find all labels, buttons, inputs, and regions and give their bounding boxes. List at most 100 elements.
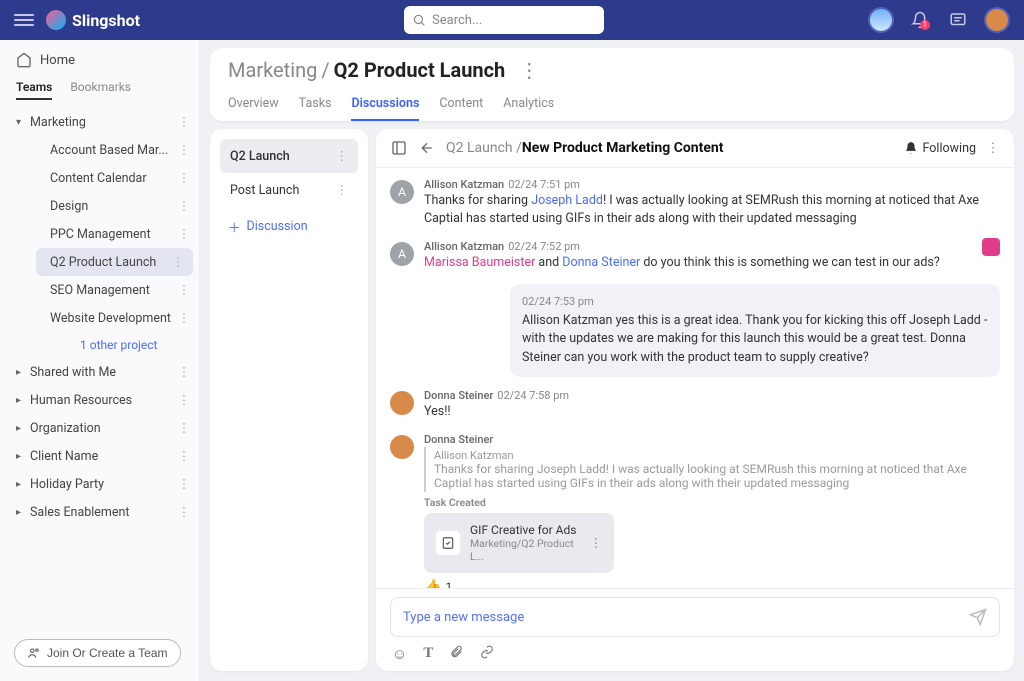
more-icon[interactable]: ⋮ [177, 476, 191, 492]
more-icon[interactable]: ⋮ [177, 282, 191, 298]
avatar [390, 435, 414, 459]
tree-item-active[interactable]: Q2 Product Launch⋮ [36, 248, 193, 276]
message: A Allison Katzman02/24 7:51 pm Thanks fo… [390, 178, 1000, 228]
assistant-avatar-icon[interactable] [868, 7, 894, 33]
link-icon[interactable] [479, 645, 495, 663]
reactions[interactable]: 👍 1 [424, 579, 1000, 588]
sidebar-tab-bookmarks[interactable]: Bookmarks [70, 80, 131, 100]
tab-tasks[interactable]: Tasks [299, 88, 332, 121]
plus-icon: ＋ [228, 217, 241, 236]
tree-item[interactable]: SEO Management⋮ [30, 276, 199, 304]
tree-item[interactable]: Content Calendar⋮ [30, 164, 199, 192]
collapse-panel-icon[interactable] [390, 139, 408, 157]
more-icon[interactable]: ⋮ [177, 114, 191, 130]
join-create-team-button[interactable]: Join Or Create a Team [14, 639, 181, 667]
notification-badge: 1 [920, 20, 931, 30]
brand-name: Slingshot [72, 11, 140, 30]
thread-more-icon[interactable]: ⋮ [986, 141, 1000, 156]
more-icon[interactable]: ⋮ [177, 310, 191, 326]
tab-content[interactable]: Content [439, 88, 483, 121]
message-input[interactable]: Type a new message [390, 597, 1000, 637]
tree-marketing[interactable]: ▾ Marketing ⋮ [0, 108, 199, 136]
more-icon[interactable]: ⋮ [590, 535, 603, 551]
notifications-icon[interactable]: 1 [908, 8, 932, 32]
send-icon[interactable] [969, 608, 987, 626]
more-icon[interactable]: ⋮ [177, 226, 191, 242]
sidebar-tab-teams[interactable]: Teams [16, 80, 52, 100]
home-link[interactable]: Home [0, 40, 199, 80]
message-text: Allison Katzman yes this is a great idea… [522, 312, 988, 366]
discussion-item[interactable]: Q2 Launch ⋮ [220, 139, 358, 173]
avatar: A [390, 242, 414, 266]
tree-item[interactable]: Website Development⋮ [30, 304, 199, 332]
mention[interactable]: Joseph Ladd [909, 313, 981, 328]
reaction-badge-icon[interactable] [982, 238, 1000, 256]
thread-breadcrumb: Q2 Launch /New Product Marketing Content [446, 140, 894, 156]
tree-item[interactable]: Account Based Mar...⋮ [30, 136, 199, 164]
menu-toggle-icon[interactable] [14, 10, 34, 30]
tree-root[interactable]: ▸Organization⋮ [0, 414, 199, 442]
chevron-right-icon: ▸ [16, 395, 30, 406]
quoted-message: Allison Katzman Thanks for sharing Josep… [424, 447, 1000, 492]
tab-overview[interactable]: Overview [228, 88, 279, 121]
more-icon[interactable]: ⋮ [177, 392, 191, 408]
home-label: Home [40, 53, 75, 68]
more-icon[interactable]: ⋮ [177, 364, 191, 380]
tree-root[interactable]: ▸Human Resources⋮ [0, 386, 199, 414]
discussion-item[interactable]: Post Launch ⋮ [220, 173, 358, 207]
tree-root[interactable]: ▸Sales Enablement⋮ [0, 498, 199, 526]
message: Donna Steiner Allison Katzman Thanks for… [390, 433, 1000, 588]
task-card[interactable]: GIF Creative for Ads Marketing/Q2 Produc… [424, 513, 614, 573]
project-tabs: Overview Tasks Discussions Content Analy… [228, 88, 996, 121]
more-icon[interactable]: ⋮ [177, 420, 191, 436]
discussion-list: Q2 Launch ⋮ Post Launch ⋮ ＋ Discussion [210, 129, 368, 671]
task-icon [436, 531, 460, 555]
brand-logo[interactable]: Slingshot [46, 10, 140, 30]
more-icon[interactable]: ⋮ [177, 142, 191, 158]
chevron-down-icon: ▾ [16, 117, 30, 128]
breadcrumb-more-icon[interactable]: ⋮ [519, 58, 539, 82]
tree-root[interactable]: ▸Holiday Party⋮ [0, 470, 199, 498]
tree-item[interactable]: Design⋮ [30, 192, 199, 220]
tree-root[interactable]: ▸Shared with Me⋮ [0, 358, 199, 386]
logo-mark-icon [46, 10, 66, 30]
chevron-right-icon: ▸ [16, 451, 30, 462]
messages-icon[interactable] [946, 8, 970, 32]
more-icon[interactable]: ⋮ [336, 148, 349, 164]
user-avatar[interactable] [984, 7, 1010, 33]
mention[interactable]: Joseph Ladd [531, 193, 603, 208]
topbar: Slingshot Search... 1 [0, 0, 1024, 40]
more-icon[interactable]: ⋮ [177, 198, 191, 214]
mention[interactable]: Marissa Baumeister [424, 255, 535, 270]
tree-item[interactable]: PPC Management⋮ [30, 220, 199, 248]
text-format-icon[interactable]: T [423, 645, 433, 663]
mention[interactable]: Donna Steiner [562, 255, 640, 270]
tab-analytics[interactable]: Analytics [503, 88, 554, 121]
message-text: Marissa Baumeister and Donna Steiner do … [424, 254, 1000, 272]
back-arrow-icon[interactable] [418, 139, 436, 157]
more-icon[interactable]: ⋮ [336, 182, 349, 198]
chevron-right-icon: ▸ [16, 507, 30, 518]
task-title: GIF Creative for Ads [470, 523, 580, 537]
main-area: Marketing / Q2 Product Launch ⋮ Overview… [200, 40, 1024, 681]
more-icon[interactable]: ⋮ [171, 254, 185, 270]
search-icon [412, 13, 426, 27]
more-icon[interactable]: ⋮ [177, 504, 191, 520]
breadcrumb-parent[interactable]: Marketing [228, 58, 317, 82]
breadcrumb-current: Q2 Product Launch [334, 58, 506, 82]
emoji-icon[interactable]: ☺ [392, 645, 407, 663]
tree-root[interactable]: ▸Client Name⋮ [0, 442, 199, 470]
message-text: Thanks for sharing Joseph Ladd! I was ac… [424, 192, 1000, 228]
global-search[interactable]: Search... [404, 6, 604, 34]
people-icon [27, 646, 41, 660]
follow-toggle[interactable]: Following [904, 141, 976, 156]
add-discussion-button[interactable]: ＋ Discussion [220, 207, 358, 246]
tab-discussions[interactable]: Discussions [351, 88, 419, 121]
mention[interactable]: Allison Katzman [522, 313, 612, 328]
join-button-label: Join Or Create a Team [47, 646, 168, 660]
other-project-link[interactable]: 1 other project [30, 332, 199, 358]
thumbs-up-icon: 👍 [424, 579, 441, 588]
more-icon[interactable]: ⋮ [177, 448, 191, 464]
attachment-icon[interactable] [449, 645, 463, 663]
more-icon[interactable]: ⋮ [177, 170, 191, 186]
